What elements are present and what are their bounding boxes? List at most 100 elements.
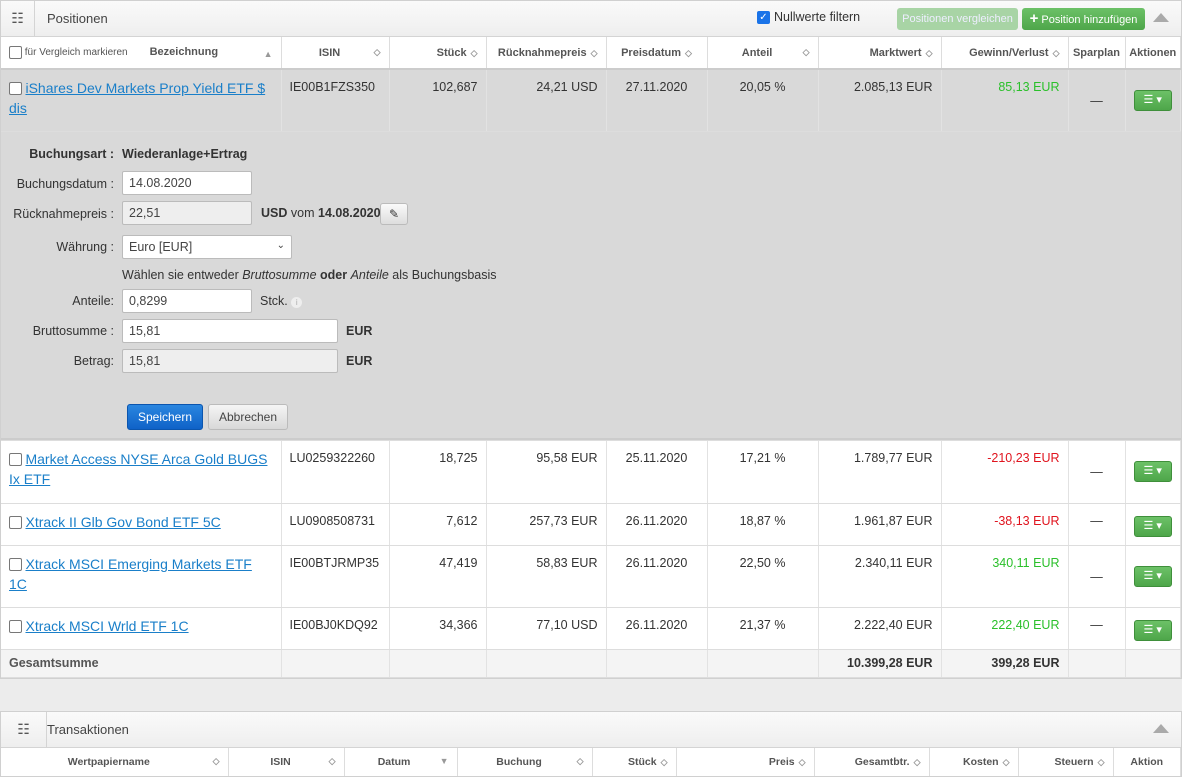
shares-unit: Stck. bbox=[260, 293, 288, 308]
col-qty[interactable]: Stück ◇ bbox=[389, 37, 487, 70]
basis-hint: Wählen sie entweder Bruttosumme oder Ant… bbox=[122, 268, 497, 282]
sort-icon: ◇ bbox=[328, 755, 336, 766]
transaction-col[interactable]: Stück ◇ bbox=[592, 747, 677, 776]
plan-cell: — bbox=[1068, 69, 1126, 132]
value-cell: 1.961,87 EUR bbox=[818, 503, 942, 546]
transactions-table: Wertpapiername ◇ ISIN ◇ Datum ▼ Buchung ◇ Stück ◇… bbox=[1, 747, 1181, 776]
gross-input[interactable]: 15,81 bbox=[122, 318, 338, 343]
actions-cell: ☰ ▾ bbox=[1125, 440, 1181, 504]
col-share[interactable]: Anteil ◇ bbox=[707, 37, 819, 70]
transaction-col-label: Buchung bbox=[496, 755, 542, 768]
collapse-icon[interactable] bbox=[1153, 13, 1169, 22]
transaction-col[interactable]: Gesamtbtr. ◇ bbox=[814, 747, 930, 776]
transaction-col-label: Datum bbox=[377, 755, 411, 768]
transaction-col[interactable]: Wertpapiername ◇ bbox=[1, 747, 229, 776]
sort-icon: ◇ bbox=[798, 756, 806, 767]
transaction-col[interactable]: Buchung ◇ bbox=[457, 747, 593, 776]
share-cell: 22,50 % bbox=[707, 545, 819, 608]
add-position-button[interactable]: + Position hinzufügen bbox=[1022, 8, 1145, 30]
position-link[interactable]: iShares Dev Markets Prop Yield ETF $ dis bbox=[9, 80, 265, 116]
price-input: 22,51 bbox=[122, 200, 252, 225]
transaction-col-label: Kosten bbox=[962, 755, 999, 768]
compare-checkbox[interactable] bbox=[9, 515, 22, 529]
currency-value: Euro [EUR] bbox=[129, 239, 193, 254]
sort-icon: ◇ bbox=[1097, 756, 1105, 767]
gain-cell: 340,11 EUR bbox=[941, 545, 1069, 608]
plan-cell: — bbox=[1068, 607, 1126, 650]
position-link[interactable]: Xtrack II Glb Gov Bond ETF 5C bbox=[25, 514, 220, 530]
date-header: Preisdatum bbox=[621, 46, 681, 59]
position-link[interactable]: Xtrack MSCI Emerging Markets ETF 1C bbox=[9, 556, 252, 592]
qty-cell: 7,612 bbox=[389, 503, 487, 546]
plan-cell: — bbox=[1068, 503, 1126, 546]
list-icon: ☷ bbox=[1, 711, 47, 747]
value-cell: 2.085,13 EUR bbox=[818, 69, 942, 132]
share-cell: 17,21 % bbox=[707, 440, 819, 504]
col-price[interactable]: Rücknahmepreis ◇ bbox=[486, 37, 607, 70]
share-header: Anteil bbox=[741, 46, 773, 59]
col-gain[interactable]: Gewinn/Verlust ◇ bbox=[941, 37, 1069, 70]
cancel-button[interactable]: Abbrechen bbox=[208, 403, 288, 430]
actions-menu-button[interactable]: ☰ ▾ bbox=[1133, 460, 1172, 482]
pencil-icon: ✎ bbox=[388, 206, 400, 221]
col-name[interactable]: für Vergleich markieren Bezeichnung ▲ bbox=[1, 37, 282, 70]
qty-cell: 34,366 bbox=[389, 607, 487, 650]
actions-menu-button[interactable]: ☰ ▾ bbox=[1133, 565, 1172, 587]
actions-menu-button[interactable]: ☰ ▾ bbox=[1133, 90, 1172, 111]
actions-menu-button[interactable]: ☰ ▾ bbox=[1133, 515, 1172, 537]
price-cell: 58,83 EUR bbox=[486, 545, 607, 608]
col-isin[interactable]: ISIN ◇ bbox=[281, 37, 390, 70]
table-row: Xtrack MSCI Wrld ETF 1C IE00BJ0KDQ92 34,… bbox=[1, 607, 1181, 650]
positions-title: Positionen bbox=[47, 11, 108, 26]
date-cell: 26.11.2020 bbox=[606, 607, 708, 650]
edit-row: Buchungsart : Wiederanlage+Ertrag Buchun… bbox=[1, 131, 1181, 441]
transaction-col-label: Aktion bbox=[1130, 755, 1164, 768]
date-cell: 26.11.2020 bbox=[606, 545, 708, 608]
isin-cell: IE00B1FZS350 bbox=[281, 69, 390, 132]
value-header: Marktwert bbox=[869, 46, 922, 59]
currency-select[interactable]: Euro [EUR] ⌄ bbox=[122, 234, 292, 259]
actions-menu-button[interactable]: ☰ ▾ bbox=[1133, 619, 1172, 641]
col-date[interactable]: Preisdatum ◇ bbox=[606, 37, 708, 70]
transaction-col[interactable]: Preis ◇ bbox=[676, 747, 815, 776]
qty-cell: 18,725 bbox=[389, 440, 487, 504]
compare-checkbox[interactable] bbox=[9, 557, 22, 571]
name-cell: Xtrack MSCI Emerging Markets ETF 1C bbox=[1, 545, 282, 608]
shares-input[interactable]: 0,8299 bbox=[122, 288, 252, 313]
gross-unit: EUR bbox=[346, 323, 373, 338]
sort-icon: ◇ bbox=[1002, 756, 1010, 767]
zero-filter-toggle[interactable]: ✓ Nullwerte filtern bbox=[757, 10, 860, 24]
actions-cell: ☰ ▾ bbox=[1125, 503, 1181, 546]
transaction-col[interactable]: Datum ▼ bbox=[344, 747, 458, 776]
date-label: Buchungsdatum : bbox=[16, 176, 114, 191]
select-all-checkbox[interactable] bbox=[9, 46, 22, 59]
position-link[interactable]: Market Access NYSE Arca Gold BUGS Ix ETF bbox=[9, 451, 267, 487]
transaction-col[interactable]: ISIN ◇ bbox=[228, 747, 345, 776]
add-position-label: Position hinzufügen bbox=[1041, 14, 1138, 26]
position-link[interactable]: Xtrack MSCI Wrld ETF 1C bbox=[25, 618, 188, 634]
col-value[interactable]: Marktwert ◇ bbox=[818, 37, 942, 70]
compare-checkbox[interactable] bbox=[9, 619, 22, 633]
price-cell: 257,73 EUR bbox=[486, 503, 607, 546]
chevron-down-icon: ⌄ bbox=[276, 239, 285, 251]
price-header: Rücknahmepreis bbox=[497, 46, 587, 59]
save-button[interactable]: Speichern bbox=[127, 403, 203, 430]
transactions-title: Transaktionen bbox=[47, 721, 129, 737]
info-icon[interactable]: i bbox=[291, 296, 303, 308]
compare-checkbox[interactable] bbox=[9, 82, 22, 95]
date-input[interactable]: 14.08.2020 bbox=[122, 170, 252, 195]
price-cell: 77,10 USD bbox=[486, 607, 607, 650]
collapse-icon[interactable] bbox=[1153, 723, 1169, 733]
isin-cell: LU0908508731 bbox=[281, 503, 390, 546]
transaction-col-label: Gesamtbtr. bbox=[854, 755, 910, 768]
edit-price-button[interactable]: ✎ bbox=[380, 202, 408, 225]
checkbox-checked-icon[interactable]: ✓ bbox=[757, 10, 770, 24]
price-from: vom bbox=[290, 205, 315, 220]
total-value: 10.399,28 EUR bbox=[818, 649, 942, 678]
compare-checkbox[interactable] bbox=[9, 452, 22, 466]
compare-positions-button[interactable]: Positionen vergleichen bbox=[897, 8, 1018, 30]
isin-header: ISIN bbox=[318, 46, 341, 59]
transaction-col[interactable]: Kosten ◇ bbox=[929, 747, 1019, 776]
sort-icon: ◇ bbox=[925, 47, 933, 58]
transaction-col[interactable]: Steuern ◇ bbox=[1018, 747, 1114, 776]
